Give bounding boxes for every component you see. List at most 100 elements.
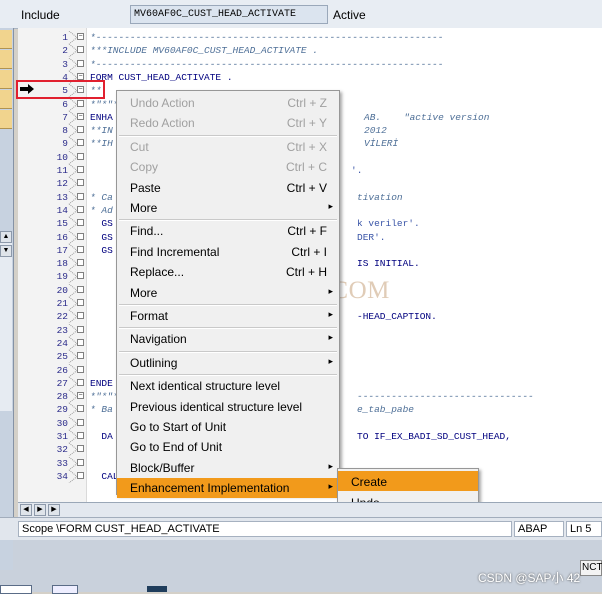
- fold-toggle-icon[interactable]: [77, 219, 84, 227]
- fold-toggle-icon[interactable]: [77, 166, 84, 173]
- code-text-tail[interactable]: -------------------------------: [357, 390, 534, 403]
- fold-toggle-icon[interactable]: [77, 126, 84, 134]
- left-panel-tab[interactable]: [0, 90, 12, 109]
- fold-toggle-icon[interactable]: [77, 312, 84, 320]
- menu-item-enhancement-implementation[interactable]: Enhancement Implementation ▸: [117, 478, 339, 499]
- fold-toggle-icon[interactable]: [77, 418, 84, 426]
- fold-toggle-icon[interactable]: [77, 338, 84, 346]
- fold-toggle-icon[interactable]: [77, 46, 84, 54]
- code-text[interactable]: ***INCLUDE MV60AF0C_CUST_HEAD_ACTIVATE .: [90, 44, 318, 57]
- bottom-button[interactable]: [147, 586, 167, 592]
- code-text-tail[interactable]: VİLERİ: [364, 137, 398, 150]
- code-text[interactable]: DA: [90, 430, 112, 443]
- fold-toggle-icon[interactable]: [77, 259, 84, 267]
- fold-toggle-icon[interactable]: [77, 378, 84, 386]
- fold-toggle-icon[interactable]: [77, 99, 84, 107]
- fold-toggle-icon[interactable]: [77, 471, 84, 479]
- scroll-up-icon[interactable]: ▲: [0, 231, 12, 243]
- fold-toggle-icon[interactable]: [77, 299, 84, 306]
- menu-item-replace[interactable]: Replace... Ctrl + H: [117, 262, 339, 282]
- code-text-tail[interactable]: DER'.: [357, 231, 386, 244]
- fold-toggle-icon[interactable]: −: [77, 33, 84, 40]
- code-text-tail[interactable]: 2012: [364, 124, 387, 137]
- menu-item-undo-action[interactable]: Undo Action Ctrl + Z: [117, 93, 339, 113]
- bottom-button[interactable]: [0, 585, 32, 594]
- editor-horizontal-scrollbar[interactable]: ◀ ▶ ▶: [18, 502, 602, 517]
- include-header-bar: Include MV60AF0C_CUST_HEAD_ACTIVATE Acti…: [0, 0, 602, 29]
- fold-toggle-icon[interactable]: [77, 152, 84, 160]
- menu-item-paste[interactable]: Paste Ctrl + V: [117, 178, 339, 198]
- code-text-tail[interactable]: k veriler'.: [357, 217, 420, 230]
- menu-item-previous-identical-structure-level[interactable]: Previous identical structure level: [117, 397, 339, 417]
- menu-item-find[interactable]: Find... Ctrl + F: [117, 221, 339, 241]
- code-text[interactable]: GS: [90, 244, 112, 257]
- code-text[interactable]: FORM CUST_HEAD_ACTIVATE .: [90, 71, 233, 84]
- menu-item-more[interactable]: More ▸: [117, 283, 339, 303]
- code-text[interactable]: **IN: [90, 124, 113, 137]
- scroll-down-icon[interactable]: ▼: [0, 245, 12, 257]
- fold-toggle-icon[interactable]: [77, 365, 84, 373]
- code-text[interactable]: ENHA: [90, 111, 113, 124]
- include-name-field[interactable]: MV60AF0C_CUST_HEAD_ACTIVATE: [130, 5, 328, 24]
- code-text[interactable]: *"*"*: [90, 390, 119, 403]
- code-text-tail[interactable]: AB. "active version: [364, 111, 489, 124]
- code-text[interactable]: *---------------------------------------…: [90, 31, 443, 44]
- fold-toggle-icon[interactable]: [77, 458, 84, 466]
- fold-toggle-icon[interactable]: −: [77, 72, 84, 80]
- code-text[interactable]: GS: [90, 217, 112, 230]
- code-text-tail[interactable]: e_tab_pabe: [357, 403, 414, 416]
- left-panel-scrollbar[interactable]: ▲ ▼: [0, 231, 12, 411]
- fold-toggle-icon[interactable]: −: [77, 392, 84, 400]
- fold-toggle-icon[interactable]: [77, 445, 84, 453]
- fold-toggle-icon[interactable]: [77, 352, 84, 360]
- fold-toggle-icon[interactable]: [77, 139, 84, 147]
- menu-item-outlining[interactable]: Outlining ▸: [117, 353, 339, 373]
- fold-toggle-icon[interactable]: [77, 59, 84, 67]
- code-text-tail[interactable]: '.: [351, 164, 362, 177]
- fold-toggle-icon[interactable]: [77, 245, 84, 253]
- fold-toggle-icon[interactable]: [77, 179, 84, 187]
- menu-item-more[interactable]: More ▸: [117, 198, 339, 218]
- menu-item-shortcut: Ctrl + H: [285, 265, 327, 280]
- bottom-button[interactable]: [52, 585, 78, 594]
- code-text[interactable]: *"*"*: [90, 98, 119, 111]
- left-panel-tab[interactable]: [0, 30, 12, 49]
- menu-item-format[interactable]: Format ▸: [117, 306, 339, 326]
- menu-item-copy[interactable]: Copy Ctrl + C: [117, 157, 339, 177]
- code-text[interactable]: ENDE: [90, 377, 113, 390]
- submenu-item-create[interactable]: Create: [338, 471, 478, 491]
- code-text-tail[interactable]: IS INITIAL.: [357, 257, 420, 270]
- code-text[interactable]: * Ad: [90, 204, 113, 217]
- fold-toggle-icon[interactable]: [77, 272, 84, 280]
- menu-item-block-buffer[interactable]: Block/Buffer ▸: [117, 458, 339, 478]
- code-text[interactable]: * Ba: [90, 403, 113, 416]
- code-text-tail[interactable]: tivation: [357, 191, 403, 204]
- left-panel-tab[interactable]: [0, 110, 12, 129]
- left-panel-tab[interactable]: [0, 50, 12, 69]
- code-text-tail[interactable]: -HEAD_CAPTION.: [357, 310, 437, 323]
- scroll-right-icon[interactable]: ▶: [34, 504, 46, 516]
- fold-toggle-icon[interactable]: [77, 232, 84, 240]
- left-panel-tab[interactable]: [0, 70, 12, 89]
- scroll-end-icon[interactable]: ▶: [48, 504, 60, 516]
- fold-toggle-icon[interactable]: [77, 325, 84, 333]
- menu-item-navigation[interactable]: Navigation ▸: [117, 329, 339, 349]
- code-text-tail[interactable]: TO IF_EX_BADI_SD_CUST_HEAD,: [357, 430, 511, 443]
- scroll-left-icon[interactable]: ◀: [20, 504, 32, 516]
- menu-item-next-identical-structure-level[interactable]: Next identical structure level: [117, 376, 339, 396]
- code-text[interactable]: *---------------------------------------…: [90, 58, 443, 71]
- fold-toggle-icon[interactable]: [77, 205, 84, 213]
- menu-item-cut[interactable]: Cut Ctrl + X: [117, 137, 339, 157]
- fold-toggle-icon[interactable]: [77, 405, 84, 413]
- fold-toggle-icon[interactable]: [77, 192, 84, 200]
- fold-toggle-icon[interactable]: [77, 432, 84, 439]
- menu-item-find-incremental[interactable]: Find Incremental Ctrl + I: [117, 242, 339, 262]
- menu-item-go-to-end-of-unit[interactable]: Go to End of Unit: [117, 437, 339, 457]
- fold-toggle-icon[interactable]: [77, 285, 84, 293]
- code-text[interactable]: GS: [90, 231, 112, 244]
- code-text[interactable]: * Ca: [90, 191, 113, 204]
- fold-toggle-icon[interactable]: −: [77, 112, 84, 120]
- menu-item-go-to-start-of-unit[interactable]: Go to Start of Unit: [117, 417, 339, 437]
- menu-item-redo-action[interactable]: Redo Action Ctrl + Y: [117, 113, 339, 133]
- code-text[interactable]: **IH: [90, 137, 113, 150]
